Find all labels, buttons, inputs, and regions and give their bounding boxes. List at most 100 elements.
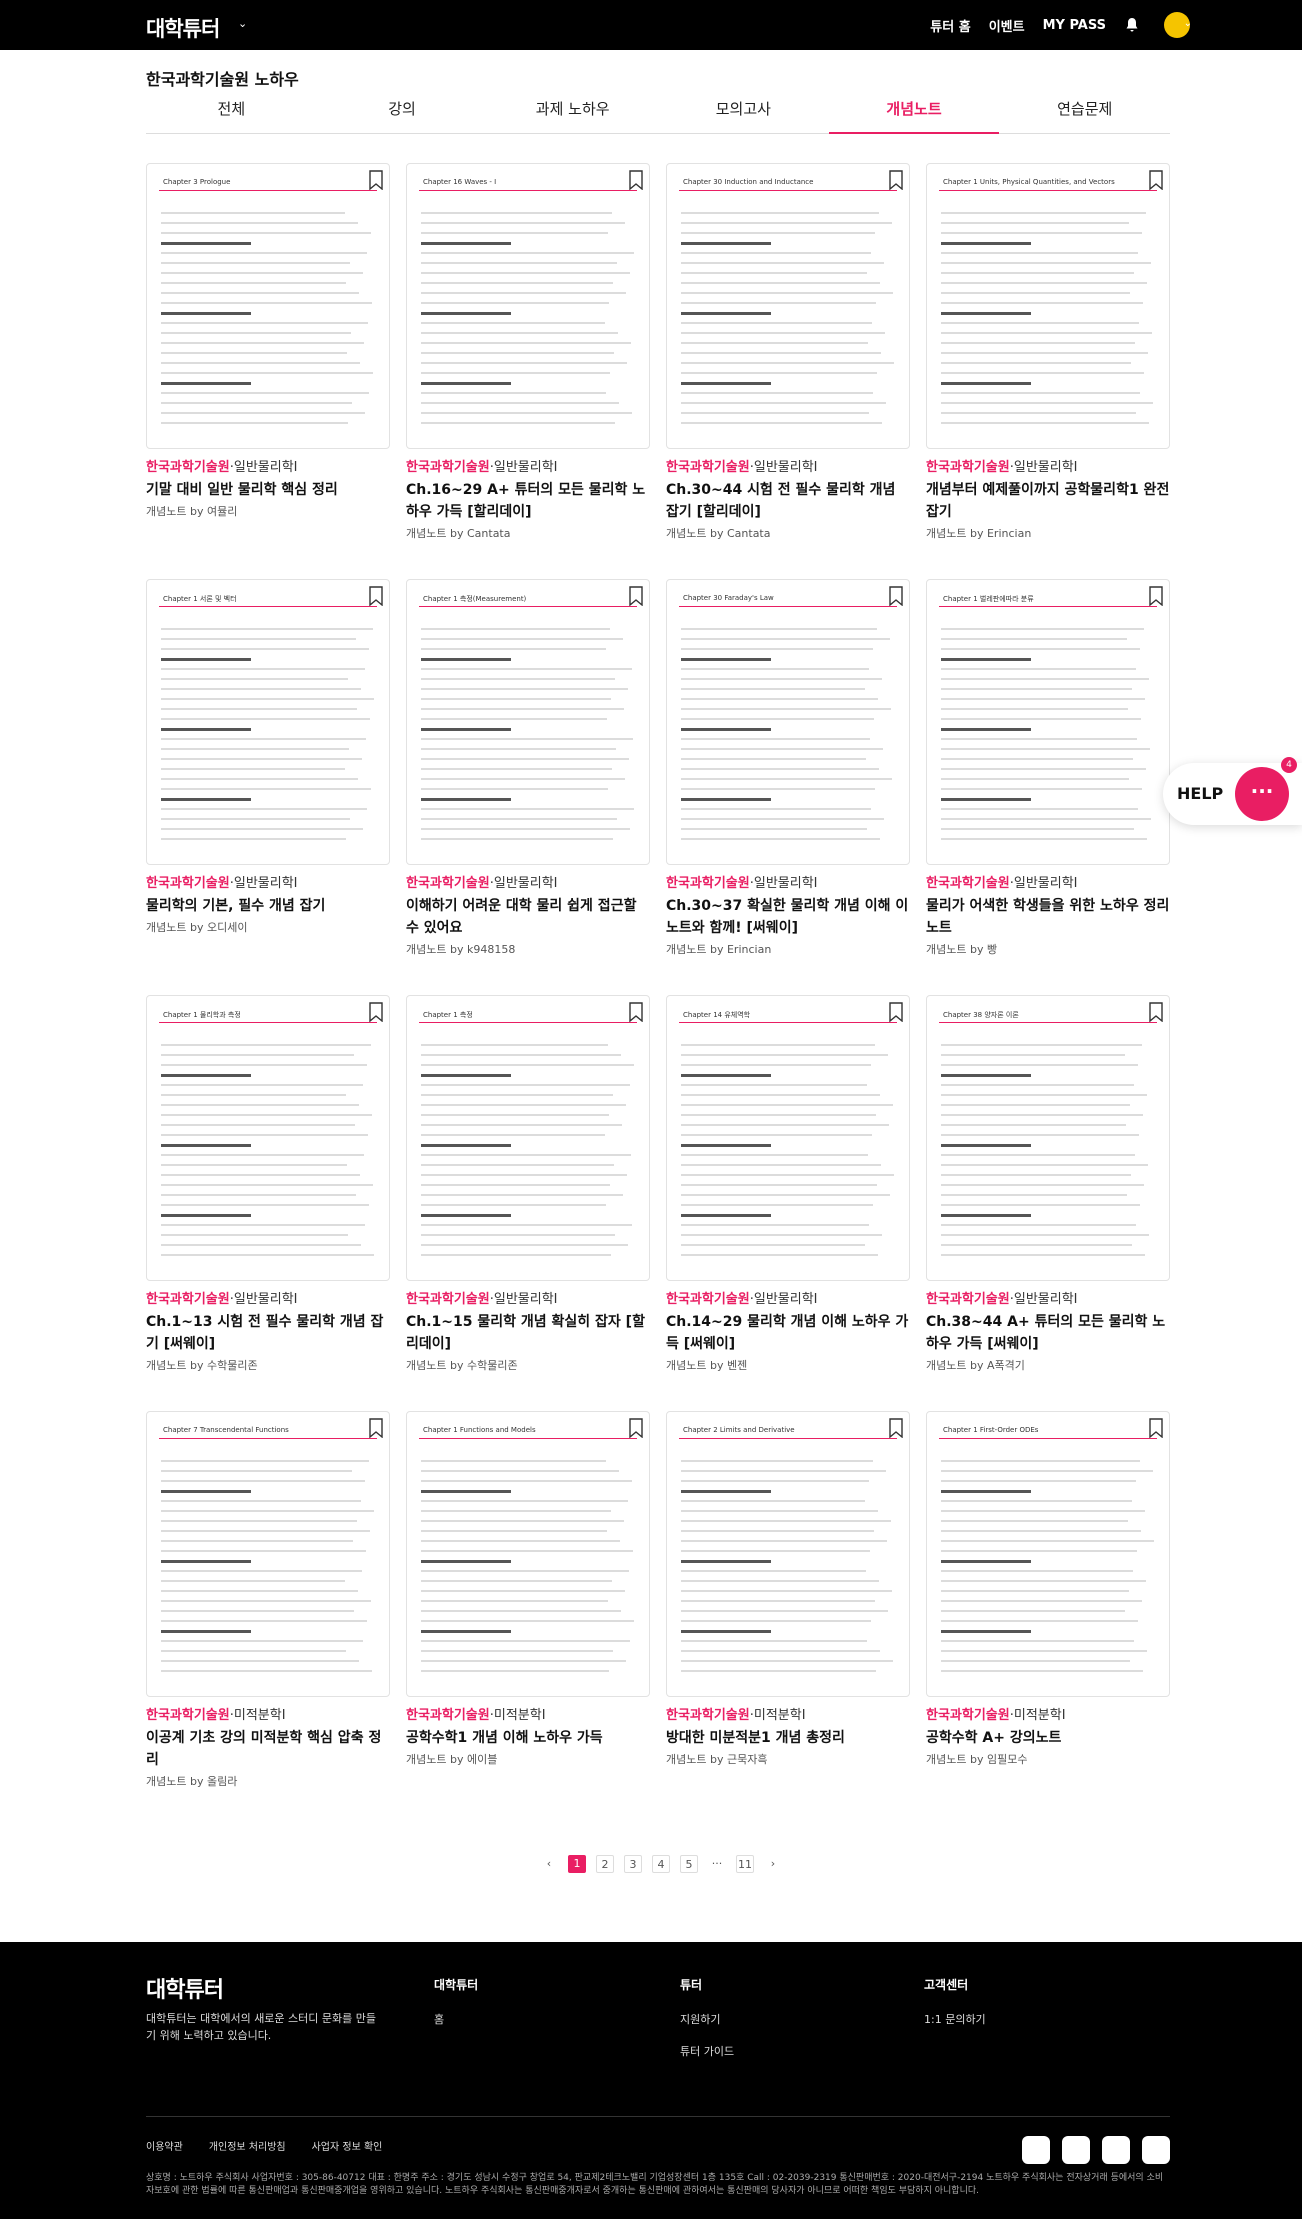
tab-mock-exam[interactable]: 모의고사 (658, 96, 829, 133)
note-thumbnail[interactable]: Chapter 7 Transcendental Functions (146, 1411, 390, 1697)
card-title[interactable]: Ch.30~44 시험 전 필수 물리학 개념 잡기 [할리데이] (666, 479, 910, 523)
card-category: 한국과학기술원·일반물리학I (666, 1291, 910, 1309)
card-title[interactable]: Ch.1~15 물리학 개념 확실히 잡자 [할리데이] (406, 1311, 650, 1355)
bookmark-icon[interactable] (1149, 586, 1163, 606)
tab-lecture[interactable]: 강의 (317, 96, 488, 133)
page-button-4[interactable]: 4 (652, 1855, 670, 1873)
footer-link-home[interactable]: 홈 (434, 2011, 478, 2027)
page-button-last[interactable]: 11 (736, 1855, 754, 1873)
card-title[interactable]: Ch.1~13 시험 전 필수 물리학 개념 잡기 [써웨이] (146, 1311, 390, 1355)
site-logo[interactable]: 대학튜터 (146, 13, 220, 43)
bookmark-icon[interactable] (369, 170, 383, 190)
bookmark-icon[interactable] (889, 586, 903, 606)
card-title[interactable]: Ch.14~29 물리학 개념 이해 노하우 가득 [써웨이] (666, 1311, 910, 1355)
note-thumbnail[interactable]: Chapter 3 Prologue (146, 163, 390, 449)
card-meta: 한국과학기술원·일반물리학I Ch.14~29 물리학 개념 이해 노하우 가득… (666, 1291, 910, 1373)
footer-link-business-info[interactable]: 사업자 정보 확인 (312, 2138, 383, 2153)
instagram-icon[interactable] (1062, 2136, 1090, 2164)
bookmark-icon[interactable] (629, 1418, 643, 1438)
card-title[interactable]: 물리학의 기본, 필수 개념 잡기 (146, 895, 390, 917)
note-thumbnail[interactable]: Chapter 30 Induction and Inductance (666, 163, 910, 449)
note-thumbnail[interactable]: Chapter 30 Faraday's Law (666, 579, 910, 865)
bookmark-icon[interactable] (1149, 1002, 1163, 1022)
prev-page-button[interactable]: ‹ (540, 1855, 558, 1873)
card-type: 개념노트 (666, 1359, 707, 1372)
card-category: 한국과학기술원·일반물리학I (926, 459, 1170, 477)
bookmark-icon[interactable] (1149, 170, 1163, 190)
page-button-1[interactable]: 1 (568, 1855, 586, 1873)
bookmark-icon[interactable] (629, 170, 643, 190)
chevron-down-icon[interactable]: ⌄ (238, 17, 247, 30)
card-title[interactable]: 공학수학 A+ 강의노트 (926, 1727, 1170, 1749)
page-button-5[interactable]: 5 (680, 1855, 698, 1873)
note-thumbnail[interactable]: Chapter 38 양자론 이론 (926, 995, 1170, 1281)
next-page-button[interactable]: › (764, 1855, 782, 1873)
facebook-icon[interactable] (1142, 2136, 1170, 2164)
card-author-line: 개념노트 by 오디세이 (146, 921, 248, 934)
card-org: 한국과학기술원 (666, 460, 750, 475)
footer-link-privacy[interactable]: 개인정보 처리방침 (209, 2138, 286, 2153)
tab-assignment[interactable]: 과제 노하우 (487, 96, 658, 133)
tab-all[interactable]: 전체 (146, 96, 317, 133)
note-thumbnail[interactable]: Chapter 1 벌레판에따라 분류 (926, 579, 1170, 865)
chat-icon[interactable] (1235, 767, 1289, 821)
card-title[interactable]: 개념부터 예제풀이까지 공학물리학1 완전 잡기 (926, 479, 1170, 523)
nav-link-my-pass[interactable]: MY PASS (1043, 18, 1106, 33)
bookmark-icon[interactable] (369, 1418, 383, 1438)
thumbnail-rule (159, 1438, 377, 1439)
tab-concept-note[interactable]: 개념노트 (828, 96, 1000, 134)
kakaotalk-icon[interactable] (1022, 2136, 1050, 2164)
bookmark-icon[interactable] (369, 1002, 383, 1022)
card-type: 개념노트 (146, 505, 187, 518)
card-title[interactable]: Ch.38~44 A+ 튜터의 모든 물리학 노하우 가득 [써웨이] (926, 1311, 1170, 1355)
bookmark-icon[interactable] (1149, 1418, 1163, 1438)
card-category: 한국과학기술원·일반물리학I (146, 1291, 390, 1309)
footer-link-apply[interactable]: 지원하기 (680, 2011, 734, 2027)
card-title[interactable]: 방대한 미분적분1 개념 총정리 (666, 1727, 910, 1749)
bookmark-icon[interactable] (889, 1418, 903, 1438)
footer-link-terms[interactable]: 이용약관 (146, 2138, 183, 2153)
note-thumbnail[interactable]: Chapter 1 Units, Physical Quantities, an… (926, 163, 1170, 449)
card-subject: 일반물리학I (233, 1292, 298, 1307)
card-title[interactable]: 이해하기 어려운 대학 물리 쉽게 접근할 수 있어요 (406, 895, 650, 939)
note-thumbnail[interactable]: Chapter 1 물리학과 측정 (146, 995, 390, 1281)
bookmark-icon[interactable] (629, 1002, 643, 1022)
card-meta: 한국과학기술원·일반물리학I Ch.1~15 물리학 개념 확실히 잡자 [할리… (406, 1291, 650, 1373)
bookmark-icon[interactable] (889, 1002, 903, 1022)
card-title[interactable]: 기말 대비 일반 물리학 핵심 정리 (146, 479, 390, 501)
page-button-3[interactable]: 3 (624, 1855, 642, 1873)
card-type: 개념노트 (146, 921, 187, 934)
card-org: 한국과학기술원 (406, 1708, 490, 1723)
thumbnail-rule (419, 190, 637, 191)
bookmark-icon[interactable] (889, 170, 903, 190)
footer-link-inquiry[interactable]: 1:1 문의하기 (924, 2011, 986, 2027)
note-thumbnail[interactable]: Chapter 14 유체역학 (666, 995, 910, 1281)
thumbnail-rule (939, 1022, 1157, 1023)
card-title[interactable]: Ch.16~29 A+ 튜터의 모든 물리학 노하우 가득 [할리데이] (406, 479, 650, 523)
card-title[interactable]: 공학수학1 개념 이해 노하우 가득 (406, 1727, 650, 1749)
note-thumbnail[interactable]: Chapter 2 Limits and Derivative (666, 1411, 910, 1697)
note-thumbnail[interactable]: Chapter 1 측정(Measurement) (406, 579, 650, 865)
thumbnail-chapter: Chapter 1 Functions and Models (423, 1426, 536, 1434)
note-thumbnail[interactable]: Chapter 1 서론 및 벡터 (146, 579, 390, 865)
note-thumbnail[interactable]: Chapter 16 Waves - I (406, 163, 650, 449)
blog-icon[interactable] (1102, 2136, 1130, 2164)
nav-link-tutor-home[interactable]: 튜터 홈 (930, 16, 970, 35)
bookmark-icon[interactable] (629, 586, 643, 606)
card-title[interactable]: 물리가 어색한 학생들을 위한 노하우 정리노트 (926, 895, 1170, 939)
chevron-down-icon[interactable]: ⌄ (1184, 18, 1192, 29)
card-type: 개념노트 (926, 943, 967, 956)
nav-link-events[interactable]: 이벤트 (989, 16, 1025, 35)
page-button-2[interactable]: 2 (596, 1855, 614, 1873)
footer-link-tutor-guide[interactable]: 튜터 가이드 (680, 2043, 734, 2059)
note-thumbnail[interactable]: Chapter 1 측정 (406, 995, 650, 1281)
help-widget[interactable]: HELP 4 (1163, 757, 1302, 825)
note-thumbnail[interactable]: Chapter 1 Functions and Models (406, 1411, 650, 1697)
tab-practice[interactable]: 연습문제 (999, 96, 1170, 133)
card-title[interactable]: Ch.30~37 확실한 물리학 개념 이해 이노트와 함께! [써웨이] (666, 895, 910, 939)
card-subject: 미적분학I (493, 1708, 546, 1723)
bell-icon[interactable] (1124, 17, 1140, 33)
note-thumbnail[interactable]: Chapter 1 First-Order ODEs (926, 1411, 1170, 1697)
bookmark-icon[interactable] (369, 586, 383, 606)
card-title[interactable]: 이공계 기초 강의 미적분학 핵심 압축 정리 (146, 1727, 390, 1771)
